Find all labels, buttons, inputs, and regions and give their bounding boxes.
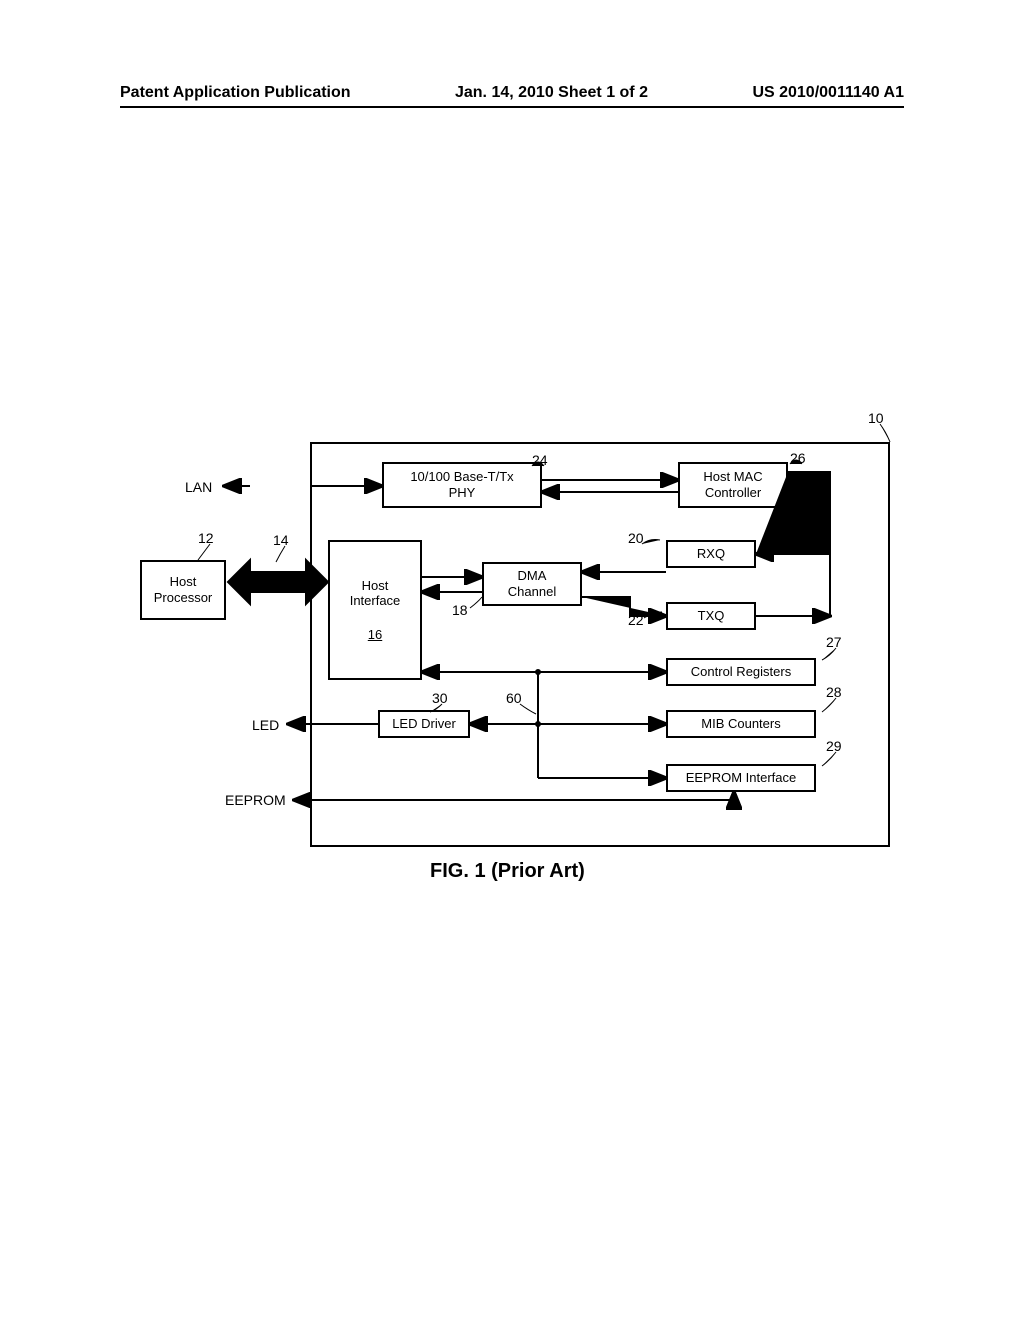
host-processor-block: Host Processor (140, 560, 226, 620)
host-interface-block: Host Interface 16 (328, 540, 422, 680)
host-interface-text: Host Interface (350, 578, 401, 609)
host-mac-block: Host MAC Controller (678, 462, 788, 508)
lan-label: LAN (185, 479, 212, 495)
led-driver-block: LED Driver (378, 710, 470, 738)
ref-29: 29 (826, 738, 842, 754)
ref-30: 30 (432, 690, 448, 706)
header-rule (120, 106, 904, 108)
figure-caption: FIG. 1 (Prior Art) (430, 860, 585, 883)
ref-14: 14 (273, 532, 289, 548)
ref-24: 24 (532, 452, 548, 468)
txq-block: TXQ (666, 602, 756, 630)
eeprom-interface-block: EEPROM Interface (666, 764, 816, 792)
ref-20: 20 (628, 530, 644, 546)
ref-10: 10 (868, 410, 884, 426)
mib-counters-block: MIB Counters (666, 710, 816, 738)
phy-block: 10/100 Base-T/Tx PHY (382, 462, 542, 508)
page-header: Patent Application Publication Jan. 14, … (120, 84, 904, 102)
ref-26: 26 (790, 450, 806, 466)
header-right: US 2010/0011140 A1 (752, 84, 904, 102)
ref-18: 18 (452, 602, 468, 618)
header-left: Patent Application Publication (120, 84, 351, 102)
host-interface-ref: 16 (368, 627, 382, 643)
eeprom-label: EEPROM (225, 792, 286, 808)
ref-60: 60 (506, 690, 522, 706)
led-label: LED (252, 717, 279, 733)
dma-block: DMA Channel (482, 562, 582, 606)
diagram: LAN LED EEPROM Host Processor Host Inter… (130, 412, 910, 882)
header-center: Jan. 14, 2010 Sheet 1 of 2 (455, 84, 648, 102)
ref-22: 22 (628, 612, 644, 628)
rxq-block: RXQ (666, 540, 756, 568)
ref-28: 28 (826, 684, 842, 700)
ref-12: 12 (198, 530, 214, 546)
control-registers-block: Control Registers (666, 658, 816, 686)
ref-27: 27 (826, 634, 842, 650)
